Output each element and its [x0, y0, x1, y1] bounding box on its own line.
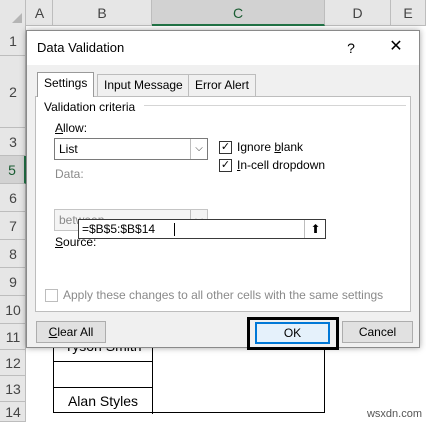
row-header-1[interactable]: 1: [0, 26, 26, 56]
chevron-down-icon[interactable]: ⌵: [190, 139, 207, 159]
clear-all-button[interactable]: Clear All: [36, 321, 106, 343]
checkmark-icon: ✓: [220, 159, 231, 171]
row-header-9[interactable]: 9: [0, 268, 26, 296]
data-label: Data:: [55, 167, 84, 181]
column-header-b[interactable]: B: [53, 0, 152, 26]
apply-all-label: Apply these changes to all other cells w…: [63, 288, 384, 302]
arrow-up-icon: ⬆: [310, 222, 321, 236]
row-header-13[interactable]: 13: [0, 376, 26, 402]
allow-label: Allow:: [55, 121, 88, 135]
row-header-7[interactable]: 7: [0, 212, 26, 240]
column-header-c[interactable]: C: [152, 0, 325, 26]
column-header-a[interactable]: A: [27, 0, 53, 26]
collapse-dialog-button[interactable]: ⬆: [304, 220, 326, 238]
source-value: =$B$5:$B$14: [82, 222, 156, 236]
watermark: wsxdn.com: [366, 408, 422, 420]
ignore-blank-label: Ignore blank: [237, 140, 304, 154]
text-caret: [174, 223, 175, 236]
row-header-12[interactable]: 12: [0, 350, 26, 376]
apply-all-checkbox: [45, 289, 58, 302]
tab-settings[interactable]: Settings: [37, 72, 95, 97]
validation-criteria-label: Validation criteria: [44, 100, 136, 114]
row-header-6[interactable]: 6: [0, 184, 26, 212]
row-header-10[interactable]: 10: [0, 296, 26, 324]
ok-button-highlight: [247, 317, 339, 350]
cell-b14[interactable]: Alan Styles: [54, 387, 152, 414]
allow-dropdown[interactable]: List ⌵: [54, 138, 208, 160]
row-header-3[interactable]: 3: [0, 128, 26, 156]
in-cell-dropdown-checkbox[interactable]: ✓: [219, 159, 232, 172]
row-header-14[interactable]: 14: [0, 402, 26, 422]
dialog-title: Data Validation: [37, 40, 125, 55]
checkmark-icon: ✓: [220, 141, 231, 153]
tab-input-message[interactable]: Input Message: [97, 74, 190, 96]
row-header-2[interactable]: 2: [0, 56, 26, 128]
column-header-row: A B C D E: [0, 0, 426, 26]
data-validation-dialog: Data Validation ? ✕ Settings Input Messa…: [26, 30, 420, 350]
cell-b13[interactable]: [54, 361, 152, 387]
in-cell-dropdown-label: In-cell dropdown: [237, 158, 326, 172]
cancel-button[interactable]: Cancel: [342, 321, 413, 343]
allow-value: List: [59, 142, 78, 156]
source-input[interactable]: =$B$5:$B$14: [78, 219, 326, 239]
select-all-corner[interactable]: [0, 0, 26, 26]
settings-panel: Validation criteria Allow: List ⌵ ✓ Igno…: [35, 96, 411, 312]
close-button[interactable]: ✕: [383, 37, 409, 59]
tab-error-alert[interactable]: Error Alert: [188, 74, 257, 96]
column-header-d[interactable]: D: [325, 0, 391, 26]
dialog-titlebar[interactable]: Data Validation ? ✕: [27, 31, 419, 65]
row-header-8[interactable]: 8: [0, 240, 26, 268]
column-header-e[interactable]: E: [391, 0, 426, 26]
ignore-blank-checkbox[interactable]: ✓: [219, 141, 232, 154]
row-header-11[interactable]: 11: [0, 324, 26, 350]
help-button[interactable]: ?: [339, 37, 363, 59]
group-divider: [144, 105, 406, 106]
row-header-5[interactable]: 5: [0, 156, 26, 184]
